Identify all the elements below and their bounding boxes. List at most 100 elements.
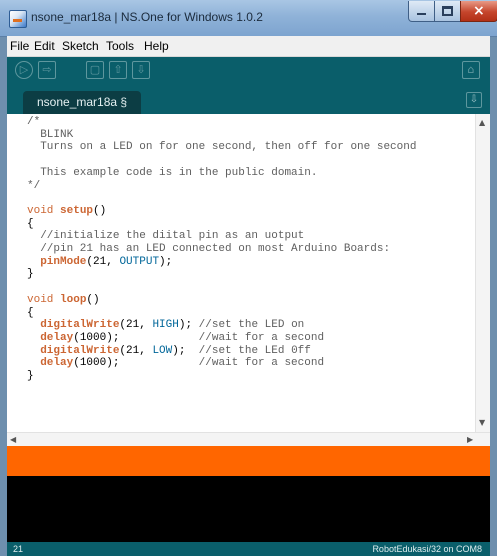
code-token: //set the LEd 0ff	[198, 344, 311, 357]
menu-tools[interactable]: Tools	[106, 39, 134, 53]
serial-monitor-icon[interactable]: ⌂	[462, 61, 480, 79]
code-token: //set the LED on	[198, 319, 305, 332]
board-port-label: RobotEdukasi/32 on COM8	[372, 544, 482, 554]
console-output[interactable]	[7, 476, 490, 542]
code-line[interactable]: pinMode(21, OUTPUT);	[27, 256, 416, 269]
code-line[interactable]: digitalWrite(21, HIGH); //set the LED on	[27, 319, 416, 332]
tab-strip: nsone_mar18a § ⇩	[7, 87, 490, 114]
code-token: //wait for a second	[198, 331, 325, 344]
toolbar: ▷ ⇨ ▢ ⇧ ⇩ ⌂	[7, 57, 490, 87]
upload-icon[interactable]: ⇨	[38, 61, 56, 79]
code-editor[interactable]: /* BLINK Turns on a LED on for one secon…	[7, 114, 490, 432]
code-token: (1000);	[73, 331, 199, 344]
minimize-icon	[417, 13, 426, 15]
code-line[interactable]	[27, 154, 416, 167]
code-line[interactable]: void setup()	[27, 205, 416, 218]
close-button[interactable]: ×	[460, 1, 497, 22]
menu-file[interactable]: File	[10, 39, 29, 53]
code-token: loop	[60, 293, 87, 306]
code-token: void	[27, 204, 61, 217]
status-bar	[7, 446, 490, 476]
code-line[interactable]: }	[27, 370, 416, 383]
code-token: ()	[93, 204, 107, 217]
code-token: ()	[86, 293, 100, 306]
code-token: setup	[60, 204, 94, 217]
code-token: //initialize the diital pin as an uotput	[27, 230, 305, 243]
line-number: 21	[13, 544, 24, 554]
code-line[interactable]: {	[27, 218, 416, 231]
maximize-button[interactable]	[434, 1, 461, 22]
code-token: (1000);	[73, 357, 199, 370]
code-token: {	[27, 306, 34, 319]
maximize-icon	[442, 6, 453, 16]
menu-edit[interactable]: Edit	[34, 39, 55, 53]
code-token: BLINK	[27, 128, 74, 141]
code-line[interactable]: digitalWrite(21, LOW); //set the LEd 0ff	[27, 345, 416, 358]
menu-bar: File Edit Sketch Tools Help	[7, 36, 490, 57]
code-token: /*	[27, 116, 41, 128]
code-line[interactable]: Turns on a LED on for one second, then o…	[27, 141, 416, 154]
code-token: );	[172, 344, 199, 357]
scroll-left-icon[interactable]: ◀	[10, 435, 16, 444]
code-token: (21,	[119, 319, 153, 332]
vertical-scrollbar[interactable]: ▲ ▼	[475, 114, 490, 432]
code-line[interactable]: delay(1000); //wait for a second	[27, 332, 416, 345]
code-token: void	[27, 293, 61, 306]
scroll-right-icon[interactable]: ▶	[467, 435, 473, 444]
code-token: digitalWrite	[40, 344, 120, 357]
code-token: LOW	[152, 344, 173, 357]
code-token: digitalWrite	[40, 319, 120, 332]
code-token: //pin 21 has an LED connected on most Ar…	[27, 243, 391, 256]
code-token: This example code is in the public domai…	[27, 166, 318, 179]
code-line[interactable]: This example code is in the public domai…	[27, 167, 416, 180]
open-icon[interactable]: ⇧	[109, 61, 127, 79]
minimize-button[interactable]	[408, 1, 435, 22]
code-line[interactable]: }	[27, 268, 416, 281]
footer-bar: 21 RobotEdukasi/32 on COM8	[7, 542, 490, 556]
code-token: (21,	[86, 255, 120, 268]
code-line[interactable]: {	[27, 307, 416, 320]
app-icon	[9, 10, 27, 28]
code-token: }	[27, 370, 34, 383]
horizontal-scrollbar[interactable]: ◀ ▶	[7, 432, 490, 447]
code-token: (21,	[119, 344, 153, 357]
new-icon[interactable]: ▢	[86, 61, 104, 79]
app-window: nsone_mar18a | NS.One for Windows 1.0.2 …	[0, 0, 497, 556]
verify-icon[interactable]: ▷	[15, 61, 33, 79]
code-line[interactable]: //initialize the diital pin as an uotput	[27, 230, 416, 243]
title-bar[interactable]: nsone_mar18a | NS.One for Windows 1.0.2 …	[0, 0, 497, 37]
close-icon: ×	[473, 3, 485, 19]
menu-sketch[interactable]: Sketch	[62, 39, 99, 53]
code-token: delay	[40, 331, 74, 344]
code-token: pinMode	[40, 255, 87, 268]
tab-sketch[interactable]: nsone_mar18a §	[23, 91, 142, 114]
code-line[interactable]: void loop()	[27, 294, 416, 307]
code-token: HIGH	[152, 319, 179, 332]
save-icon[interactable]: ⇩	[132, 61, 150, 79]
code-token: Turns on a LED on for one second, then o…	[27, 141, 417, 154]
code-token: //wait for a second	[198, 357, 325, 370]
code-line[interactable]	[27, 281, 416, 294]
code-token: {	[27, 217, 34, 230]
code-line[interactable]: BLINK	[27, 129, 416, 142]
code-token: }	[27, 268, 34, 281]
code-line[interactable]: */	[27, 180, 416, 193]
window-title: nsone_mar18a | NS.One for Windows 1.0.2	[31, 10, 263, 24]
code-token: */	[27, 179, 41, 192]
tab-menu-icon[interactable]: ⇩	[466, 92, 482, 108]
code-text[interactable]: /* BLINK Turns on a LED on for one secon…	[27, 116, 416, 383]
code-token: );	[178, 319, 199, 332]
code-line[interactable]	[27, 192, 416, 205]
scroll-up-icon[interactable]: ▲	[479, 118, 485, 127]
code-line[interactable]: //pin 21 has an LED connected on most Ar…	[27, 243, 416, 256]
scroll-down-icon[interactable]: ▼	[479, 418, 485, 427]
menu-help[interactable]: Help	[144, 39, 169, 53]
code-line[interactable]: delay(1000); //wait for a second	[27, 357, 416, 370]
code-token: OUTPUT	[119, 255, 160, 268]
code-line[interactable]: /*	[27, 116, 416, 129]
